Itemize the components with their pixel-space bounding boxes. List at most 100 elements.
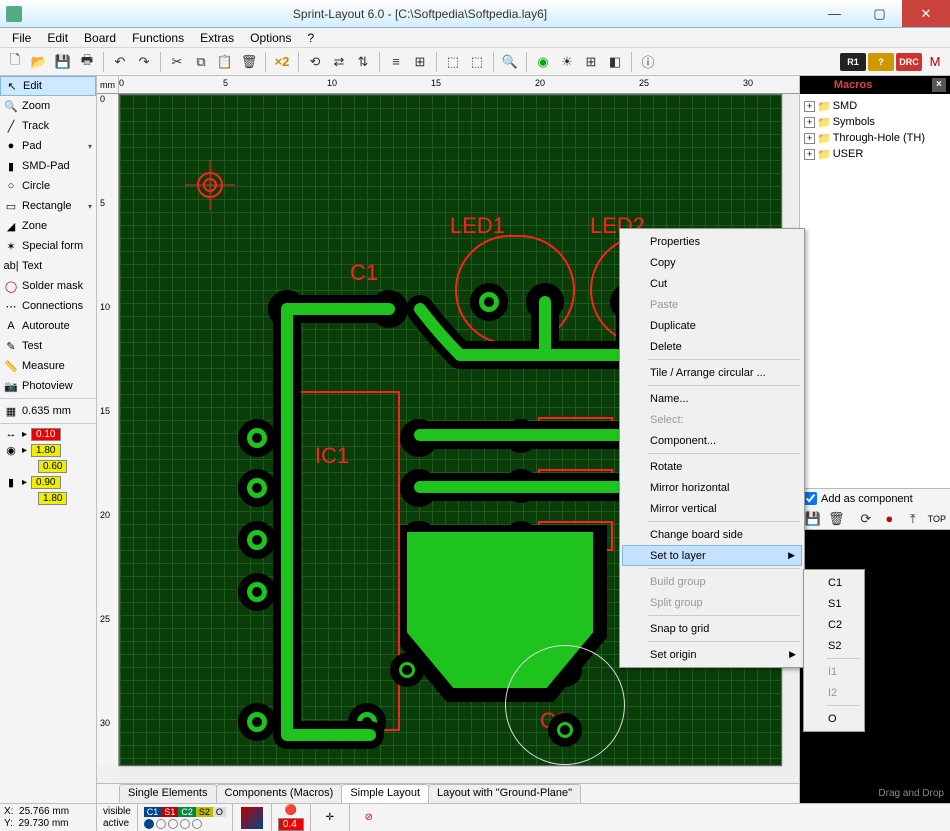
sub-ctx-s1[interactable]: S1 (806, 593, 862, 614)
grid-value-button[interactable]: ▦ 0.635 mm (0, 401, 96, 421)
new-icon[interactable]: 🗋 (4, 51, 26, 73)
expand-icon[interactable]: + (804, 101, 815, 112)
mirror-h-icon[interactable]: ⇄ (328, 51, 350, 73)
expand-icon[interactable]: + (804, 133, 815, 144)
ctx-delete[interactable]: Delete (622, 336, 802, 357)
macro-rec-icon[interactable]: ● (881, 508, 899, 530)
tool-autoroute[interactable]: AAutoroute (0, 316, 96, 336)
macro-save-icon[interactable]: 💾 (804, 508, 822, 530)
tool-test[interactable]: ✎Test (0, 336, 96, 356)
smd-w-param[interactable]: ▮▸ 0.90 (0, 474, 96, 490)
tool-track[interactable]: ╱Track (0, 116, 96, 136)
ctx-set-to-layer[interactable]: Set to layer▶ (622, 545, 802, 566)
ctx-name-[interactable]: Name... (622, 388, 802, 409)
macro-refresh-icon[interactable]: ⟳ (857, 508, 875, 530)
delete-icon[interactable]: 🗑 (238, 51, 260, 73)
ctx-tile-arrange-circular-[interactable]: Tile / Arrange circular ... (622, 362, 802, 383)
pad-outer-param[interactable]: ◉▸ 1.80 (0, 442, 96, 458)
track-width-param[interactable]: ↔▸ 0.10 (0, 426, 96, 442)
copy-icon[interactable]: ⧉ (190, 51, 212, 73)
tool-edit[interactable]: ↖Edit (0, 76, 96, 96)
ctx-properties[interactable]: Properties (622, 231, 802, 252)
paste-icon[interactable]: 📋 (214, 51, 236, 73)
status-crosshair-icon[interactable]: ✛ (319, 807, 341, 829)
layer-chips[interactable]: C1S1C2S2O (137, 804, 232, 831)
add-as-component[interactable]: Add as component (800, 488, 950, 508)
tool-text[interactable]: ab|Text (0, 256, 96, 276)
tool-zoom[interactable]: 🔍Zoom (0, 96, 96, 116)
tool-special-form[interactable]: ✶Special form (0, 236, 96, 256)
context-submenu-layers[interactable]: C1S1C2S2I1I2O (803, 569, 865, 732)
menu-functions[interactable]: Functions (124, 29, 192, 47)
menu-?[interactable]: ? (299, 29, 322, 47)
tool-circle[interactable]: ○Circle (0, 176, 96, 196)
opt2-icon[interactable]: ☀ (556, 51, 578, 73)
board-tab-0[interactable]: Single Elements (119, 784, 217, 803)
tool-smd-pad[interactable]: ▮SMD-Pad (0, 156, 96, 176)
board-tab-2[interactable]: Simple Layout (341, 784, 429, 803)
minimize-button[interactable]: — (812, 0, 857, 27)
maximize-button[interactable]: ▢ (857, 0, 902, 27)
menu-edit[interactable]: Edit (39, 29, 76, 47)
menu-file[interactable]: File (4, 29, 39, 47)
tool-pad[interactable]: ●Pad▾ (0, 136, 96, 156)
tree-item-symbols[interactable]: +📁Symbols (804, 114, 946, 130)
status-disable-icon[interactable]: ⊘ (358, 807, 380, 829)
context-menu[interactable]: PropertiesCopyCutPasteDuplicateDeleteTil… (619, 228, 805, 668)
open-icon[interactable]: 📂 (28, 51, 50, 73)
print-icon[interactable]: 🖶 (76, 51, 98, 73)
tool-solder-mask[interactable]: ◯Solder mask (0, 276, 96, 296)
close-button[interactable]: ✕ (902, 0, 950, 27)
ctx-change-board-side[interactable]: Change board side (622, 524, 802, 545)
board-tab-1[interactable]: Components (Macros) (216, 784, 343, 803)
redo-icon[interactable]: ↷ (133, 51, 155, 73)
tree-item-smd[interactable]: +📁SMD (804, 98, 946, 114)
info-icon[interactable]: ⓘ (637, 51, 659, 73)
mirror-v-icon[interactable]: ⇅ (352, 51, 374, 73)
tool-zone[interactable]: ◢Zone (0, 216, 96, 236)
smd-h-param[interactable]: 1.80 (0, 490, 96, 506)
duplicate-icon[interactable]: ×2 (271, 51, 293, 73)
zoom-icon[interactable]: 🔍 (499, 51, 521, 73)
expand-icon[interactable]: + (804, 117, 815, 128)
align-icon[interactable]: ≡ (385, 51, 407, 73)
sub-ctx-c2[interactable]: C2 (806, 614, 862, 635)
rotate-icon[interactable]: ⟲ (304, 51, 326, 73)
ctx-rotate[interactable]: Rotate (622, 456, 802, 477)
ctx-mirror-horizontal[interactable]: Mirror horizontal (622, 477, 802, 498)
tool-photoview[interactable]: 📷Photoview (0, 376, 96, 396)
tree-item-through-hole-th-[interactable]: +📁Through-Hole (TH) (804, 130, 946, 146)
expand-icon[interactable]: + (804, 149, 815, 160)
sub-ctx-c1[interactable]: C1 (806, 572, 862, 593)
badge-help[interactable]: ? (868, 53, 894, 71)
tree-item-user[interactable]: +📁USER (804, 146, 946, 162)
menu-board[interactable]: Board (76, 29, 124, 47)
snap-icon[interactable]: ⊞ (409, 51, 431, 73)
ungroup-icon[interactable]: ⬚ (466, 51, 488, 73)
status-icon-2[interactable]: 🔴 (280, 804, 302, 817)
status-icon-1[interactable] (241, 807, 263, 829)
ctx-mirror-vertical[interactable]: Mirror vertical (622, 498, 802, 519)
opt3-icon[interactable]: ⊞ (580, 51, 602, 73)
badge-drc[interactable]: DRC (896, 53, 922, 71)
ctx-snap-to-grid[interactable]: Snap to grid (622, 618, 802, 639)
menu-options[interactable]: Options (242, 29, 299, 47)
add-as-component-checkbox[interactable] (804, 492, 817, 505)
macros-tree[interactable]: +📁SMD+📁Symbols+📁Through-Hole (TH)+📁USER (800, 94, 950, 488)
ctx-component-[interactable]: Component... (622, 430, 802, 451)
group-icon[interactable]: ⬚ (442, 51, 464, 73)
pad-inner-param[interactable]: 0.60 (0, 458, 96, 474)
scrollbar-horizontal[interactable] (119, 766, 782, 783)
ctx-cut[interactable]: Cut (622, 273, 802, 294)
tool-connections[interactable]: ⋯Connections (0, 296, 96, 316)
sub-ctx-s2[interactable]: S2 (806, 635, 862, 656)
macro-delete-icon[interactable]: 🗑 (828, 508, 846, 530)
cut-icon[interactable]: ✂ (166, 51, 188, 73)
board-tab-3[interactable]: Layout with "Ground-Plane" (428, 784, 581, 803)
tool-measure[interactable]: 📏Measure (0, 356, 96, 376)
macro-export-icon[interactable]: ⤒ (904, 508, 922, 530)
macros-close-icon[interactable]: × (932, 78, 946, 92)
menu-extras[interactable]: Extras (192, 29, 242, 47)
macros-toggle-icon[interactable]: M (924, 51, 946, 73)
ctx-set-origin[interactable]: Set origin▶ (622, 644, 802, 665)
